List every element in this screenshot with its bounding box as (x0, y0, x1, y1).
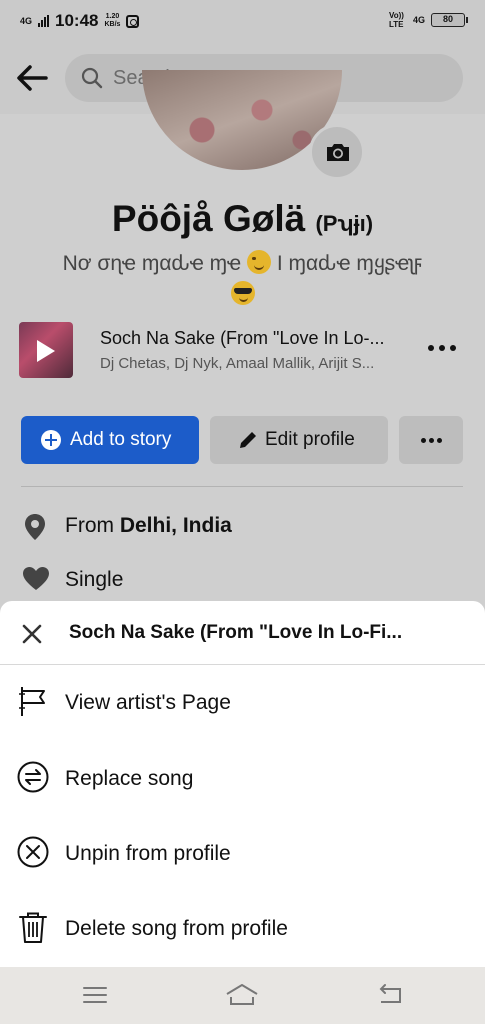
profile-name: Pöôjå Gølä (Pʮɉı) (111, 198, 374, 239)
network-type-right: 4G (412, 14, 425, 25)
smirking-face-icon (247, 250, 272, 274)
network-type: 4G (20, 15, 33, 26)
arrow-left-icon (17, 65, 48, 91)
menu-item-unpin[interactable]: Unpin from profile (0, 818, 485, 888)
back-nav-icon[interactable] (372, 981, 408, 1009)
clock: 10:48 (55, 11, 99, 30)
heart-icon (23, 567, 49, 590)
plus-circle-icon (41, 430, 61, 450)
pinned-song[interactable]: Soch Na Sake (From "Love In Lo-... Dj Ch… (0, 320, 485, 380)
network-speed: 1.20 KB/s (104, 13, 121, 28)
hometown-row: From Delhi, India (0, 508, 485, 544)
signal-icon (38, 15, 50, 27)
song-more-button[interactable] (428, 334, 456, 362)
song-artists: Dj Chetas, Dj Nyk, Amaal Mallik, Arijit … (100, 355, 375, 372)
home-icon[interactable] (224, 981, 260, 1009)
volte-indicator: Vo)) LTE (388, 11, 404, 29)
hometown-value: Delhi, India (119, 514, 232, 537)
instagram-icon (126, 14, 140, 28)
song-title: Soch Na Sake (From "Love In Lo-... (100, 328, 385, 348)
unpin-icon (17, 836, 49, 868)
menu-item-view-artist[interactable]: View artist's Page (0, 667, 485, 737)
sunglasses-face-icon (230, 281, 255, 305)
menu-icon[interactable] (77, 981, 113, 1009)
profile-bio: Nơ σɳҽ ɱαԃҽ ɱҽ I ɱαԃҽ ɱყʂҽʅϝ (62, 250, 423, 275)
location-pin-icon (25, 514, 45, 540)
relationship-status: Single (65, 568, 124, 591)
pencil-icon (240, 432, 256, 448)
song-options-sheet: Soch Na Sake (From "Love In Lo-Fi... Vie… (0, 601, 485, 967)
bio-emoji-line (0, 281, 485, 306)
system-nav-bar (0, 967, 485, 1024)
flag-icon (19, 687, 45, 716)
sheet-header: Soch Na Sake (From "Love In Lo-Fi... (0, 601, 485, 665)
relationship-row: Single (0, 562, 485, 598)
search-icon (81, 67, 103, 89)
trash-icon (19, 912, 47, 943)
close-icon[interactable] (20, 622, 44, 646)
sheet-title: Soch Na Sake (From "Love In Lo-Fi... (69, 622, 403, 643)
add-to-story-button[interactable]: Add to story (21, 416, 199, 464)
back-button[interactable] (14, 62, 50, 94)
divider (21, 486, 463, 487)
menu-item-replace-song[interactable]: Replace song (0, 743, 485, 813)
edit-profile-button[interactable]: Edit profile (210, 416, 388, 464)
battery-icon: 80 (431, 13, 468, 27)
status-bar: 4G 10:48 1.20 KB/s Vo)) LTE 4G 80 (0, 0, 485, 42)
profile-nickname: (Pʮɉı) (315, 211, 374, 236)
change-photo-button[interactable] (309, 124, 365, 180)
camera-icon (327, 144, 349, 161)
play-icon (37, 340, 55, 362)
album-art[interactable] (19, 322, 73, 378)
more-options-button[interactable] (399, 416, 463, 464)
swap-icon (17, 761, 49, 793)
menu-item-delete-song[interactable]: Delete song from profile (0, 893, 485, 963)
